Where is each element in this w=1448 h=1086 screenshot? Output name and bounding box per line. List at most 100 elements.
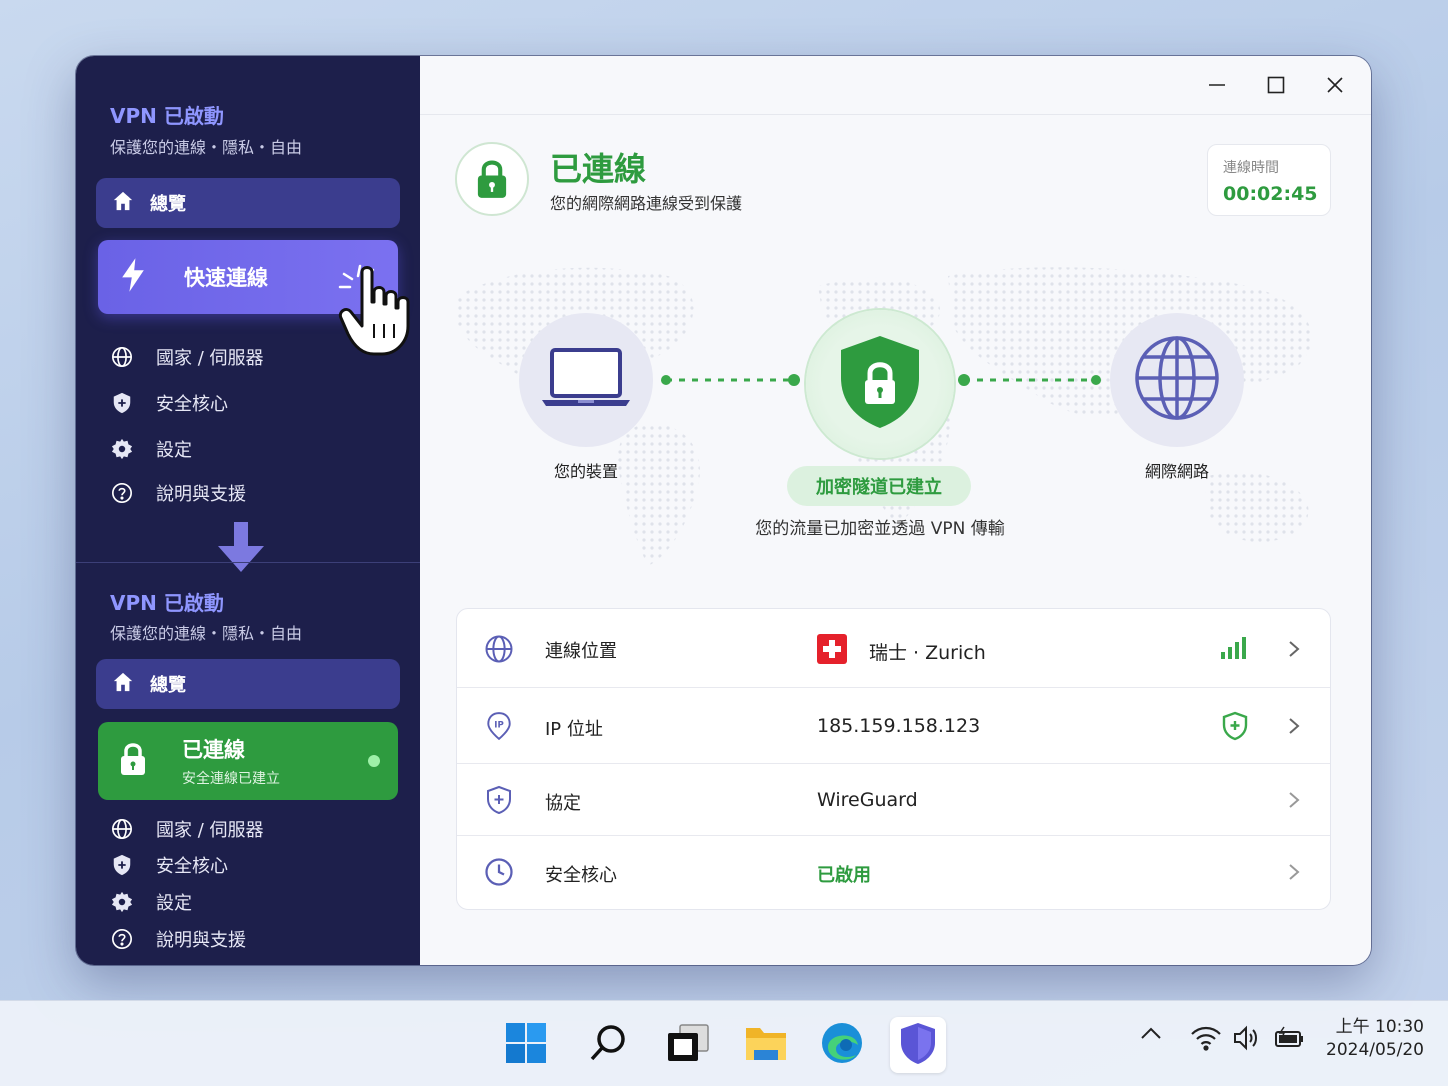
sidebar-item-label: 設定	[156, 893, 192, 914]
maximize-button[interactable]	[1261, 70, 1291, 100]
file-explorer-button[interactable]	[738, 1017, 794, 1073]
swiss-flag-icon	[817, 634, 847, 669]
laptop-icon	[540, 346, 632, 414]
title-divider	[420, 114, 1371, 115]
edge-icon	[820, 1021, 864, 1069]
connection-timer-card: 連線時間 00:02:45	[1207, 144, 1331, 216]
internet-node	[1110, 313, 1244, 447]
lightning-icon	[118, 257, 148, 297]
sidebar-item-secure-core[interactable]: 安全核心	[110, 852, 228, 878]
home-icon	[112, 190, 134, 216]
sidebar-item-settings[interactable]: 設定	[110, 889, 192, 915]
lock-icon	[455, 142, 529, 216]
connection-details-card: 連線位置 瑞士 · Zurich IP IP 位址 185.159.158.12…	[456, 608, 1331, 910]
close-button[interactable]	[1320, 70, 1350, 100]
task-view-icon	[666, 1023, 710, 1067]
timer-value: 00:02:45	[1223, 183, 1318, 205]
detail-row-location[interactable]: 連線位置 瑞士 · Zurich	[457, 609, 1330, 688]
sidebar-item-overview[interactable]: 總覽	[96, 659, 400, 709]
search-button[interactable]	[580, 1017, 636, 1073]
sidebar-title: VPN 已啟動	[110, 104, 224, 128]
sidebar-item-label: 國家 / 伺服器	[156, 820, 264, 841]
shield-outline-icon	[484, 785, 514, 815]
protocol-value: WireGuard	[817, 789, 918, 811]
chevron-up-icon	[1140, 1025, 1162, 1044]
tray-overflow-button[interactable]	[1140, 1025, 1162, 1044]
home-icon	[112, 671, 134, 697]
minimize-button[interactable]	[1202, 70, 1232, 100]
tunnel-line-left	[661, 374, 800, 386]
tunnel-status-badge: 加密隧道已建立	[787, 466, 971, 506]
gear-icon	[110, 890, 134, 914]
connected-status-button[interactable]: 已連線 安全連線已建立	[98, 722, 398, 800]
globe-icon	[1134, 335, 1220, 425]
sidebar-item-label: 說明與支援	[156, 484, 246, 505]
sidebar-item-label: 總覽	[150, 675, 186, 696]
sidebar-item-countries[interactable]: 國家 / 伺服器	[110, 816, 264, 842]
sidebar-item-label: 國家 / 伺服器	[156, 348, 264, 369]
sidebar: VPN 已啟動 保護您的連線・隱私・自由 總覽 快速連線 國家 / 伺服器 安全…	[76, 56, 420, 965]
sidebar-subtitle: 保護您的連線・隱私・自由	[110, 624, 303, 643]
edge-browser-button[interactable]	[814, 1017, 870, 1073]
detail-value: 瑞士 · Zurich	[817, 634, 986, 669]
status-dot	[368, 755, 380, 767]
system-clock[interactable]: 上午 10:30 2024/05/20	[1326, 1016, 1424, 1062]
detail-row-protocol[interactable]: 協定 WireGuard	[457, 764, 1330, 836]
tunnel-subtitle: 您的流量已加密並透過 VPN 傳輸	[755, 519, 1005, 539]
chevron-right-icon	[1284, 639, 1304, 659]
sidebar-subtitle: 保護您的連線・隱私・自由	[110, 138, 303, 157]
windows-logo-icon	[505, 1022, 547, 1068]
device-node	[519, 313, 653, 447]
sidebar-item-help[interactable]: 說明與支援	[110, 926, 246, 952]
battery-button[interactable]	[1274, 1025, 1304, 1055]
chevron-right-icon	[1284, 790, 1304, 810]
search-icon	[588, 1023, 628, 1067]
clock-date: 2024/05/20	[1326, 1040, 1424, 1060]
clock-time: 上午 10:30	[1335, 1017, 1424, 1037]
sidebar-item-label: 設定	[156, 440, 192, 461]
sidebar-item-label: 安全核心	[156, 856, 228, 877]
wifi-button[interactable]	[1190, 1025, 1222, 1055]
shield-icon	[110, 391, 134, 415]
sidebar-item-help[interactable]: 說明與支援	[110, 480, 246, 506]
sidebar-title: VPN 已啟動	[110, 591, 224, 615]
chevron-right-icon	[1284, 862, 1304, 882]
sidebar-item-settings[interactable]: 設定	[110, 436, 192, 462]
signal-bars-icon	[1220, 636, 1248, 664]
main-panel: 已連線 您的網際網路連線受到保護 連線時間 00:02:45 您的裝置 網際網路…	[420, 56, 1371, 965]
shield-lock-icon	[837, 334, 923, 434]
sidebar-item-secure-core[interactable]: 安全核心	[110, 390, 228, 416]
help-icon	[110, 927, 134, 951]
location-value: 瑞士 · Zurich	[869, 642, 986, 664]
folder-icon	[744, 1024, 788, 1066]
section-divider	[76, 562, 420, 563]
pointer-hand-icon	[338, 262, 414, 362]
globe-icon	[110, 345, 134, 369]
vpn-app-window: VPN 已啟動 保護您的連線・隱私・自由 總覽 快速連線 國家 / 伺服器 安全…	[76, 56, 1371, 965]
globe-icon	[110, 817, 134, 841]
svg-text:IP: IP	[494, 721, 503, 731]
help-icon	[110, 481, 134, 505]
shield-icon	[899, 1021, 937, 1069]
gear-icon	[110, 437, 134, 461]
sidebar-item-label: 總覽	[150, 194, 186, 215]
sidebar-item-label: 安全核心	[156, 394, 228, 415]
down-arrow-icon	[218, 522, 264, 576]
sidebar-item-overview[interactable]: 總覽	[96, 178, 400, 228]
speaker-icon	[1232, 1025, 1262, 1055]
tunnel-line-right	[958, 374, 1101, 386]
detail-label: 安全核心	[545, 865, 617, 886]
task-view-button[interactable]	[660, 1017, 716, 1073]
detail-row-secure-core[interactable]: 安全核心 已啟用	[457, 836, 1330, 909]
vpn-app-button[interactable]	[890, 1017, 946, 1073]
timer-label: 連線時間	[1223, 160, 1279, 176]
device-label: 您的裝置	[553, 462, 618, 481]
battery-icon	[1274, 1025, 1304, 1055]
sidebar-item-countries[interactable]: 國家 / 伺服器	[110, 344, 264, 370]
detail-row-ip[interactable]: IP IP 位址 185.159.158.123	[457, 688, 1330, 764]
volume-button[interactable]	[1232, 1025, 1262, 1055]
shield-icon	[110, 853, 134, 877]
start-button[interactable]	[498, 1017, 554, 1073]
connection-status-title: 已連線	[550, 150, 647, 188]
connected-subtitle: 安全連線已建立	[182, 771, 280, 787]
